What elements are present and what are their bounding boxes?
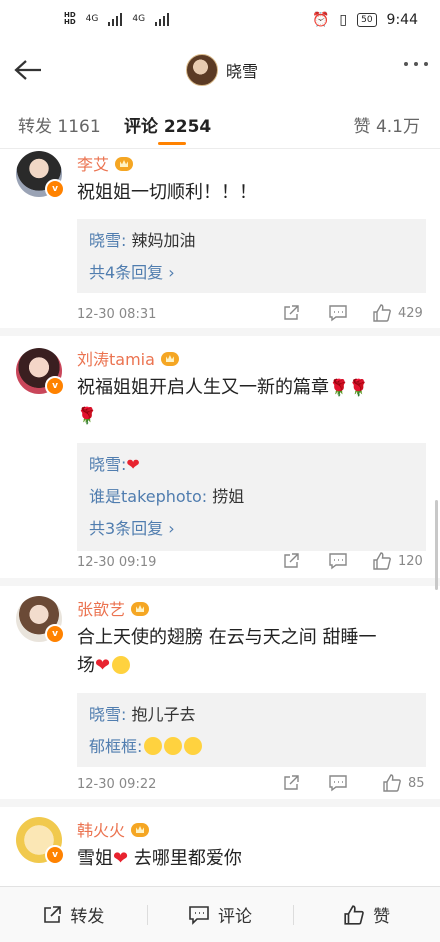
comment-text: 祝福姐姐开启人生又一新的篇章🌹🌹 🌹 (77, 377, 369, 425)
vibrate-icon: ▯ (339, 12, 348, 28)
thumbs-up-icon (344, 904, 365, 925)
status-right: ⏰ ▯ 50 9:44 (312, 12, 418, 28)
laugh-cry-emoji-icon (144, 737, 163, 755)
heart-icon: ❤ (126, 455, 140, 474)
commenter-name[interactable]: 刘涛tamia (77, 346, 179, 370)
reply-box[interactable]: 晓雪: 辣妈加油 共4条回复 › (77, 219, 426, 293)
comment-time: 12-30 09:22 (77, 777, 157, 792)
more-dots-icon[interactable] (404, 62, 428, 66)
like-button[interactable]: 429 (372, 303, 423, 323)
share-icon (44, 905, 62, 923)
tab-bar: 转发 1161 评论 2254 赞 4.1万 (0, 92, 440, 149)
heart-icon: ❤ (113, 848, 129, 869)
tab-repost[interactable]: 转发 1161 (18, 112, 101, 137)
reply-box[interactable]: 晓雪:❤ 谁是takephoto: 捞姐 共3条回复 › (77, 443, 426, 551)
laugh-cry-emoji-icon (164, 737, 183, 755)
avatar[interactable]: v (16, 348, 65, 396)
bottom-action-bar: 转发 评论 赞 (0, 886, 440, 942)
share-icon[interactable] (282, 552, 300, 570)
verified-icon: v (45, 179, 65, 199)
verified-icon: v (45, 624, 65, 644)
comment-list[interactable]: v 李艾 祝姐姐一切顺利！！！ 晓雪: 辣妈加油 共4条回复 › 12-30 0… (0, 149, 440, 886)
like-count: 85 (408, 775, 425, 791)
tab-comment[interactable]: 评论 2254 (124, 112, 211, 137)
share-icon[interactable] (282, 774, 300, 792)
comment-icon (189, 905, 209, 925)
like-button[interactable]: 120 (372, 551, 423, 571)
nav-user[interactable]: 晓雪 (186, 54, 258, 86)
more-replies-link[interactable]: 共3条回复 › (89, 515, 175, 539)
scrollbar[interactable] (435, 500, 438, 590)
tab-like[interactable]: 赞 4.1万 (354, 112, 420, 137)
commenter-name[interactable]: 韩火火 (77, 817, 150, 841)
comment-time: 12-30 09:19 (77, 555, 157, 570)
reply-line: 晓雪: 辣妈加油 (89, 231, 196, 250)
comment-item: v 李艾 祝姐姐一切顺利！！！ 晓雪: 辣妈加油 共4条回复 › 12-30 0… (0, 149, 440, 336)
battery-icon: 50 (357, 13, 377, 27)
like-button[interactable]: 赞 (293, 887, 440, 942)
more-replies-link[interactable]: 共4条回复 › (89, 259, 175, 283)
active-tab-indicator (158, 142, 186, 145)
network-type-2: 4G (132, 14, 146, 24)
nav-bar: 晓雪 (0, 48, 440, 92)
clock: 9:44 (386, 12, 418, 28)
signal-group: HD HD 4G 4G (64, 11, 170, 26)
reply-line: 谁是takephoto: 捞姐 (89, 487, 245, 506)
like-count: 120 (398, 553, 423, 569)
status-bar: HD HD 4G 4G ⏰ ▯ 50 9:44 (0, 0, 440, 48)
crown-icon (160, 352, 179, 366)
comment-icon[interactable] (328, 304, 348, 322)
share-icon[interactable] (282, 304, 300, 322)
comment-item: v 刘涛tamia 祝福姐姐开启人生又一新的篇章🌹🌹 🌹 晓雪:❤ 谁是take… (0, 336, 440, 586)
avatar (186, 54, 218, 86)
avatar[interactable]: v (16, 151, 65, 199)
comment-text: 祝姐姐一切顺利！！！ (77, 182, 257, 203)
laugh-cry-emoji-icon (184, 737, 203, 755)
commenter-name[interactable]: 李艾 (77, 151, 134, 175)
reply-line: 郁框框: (89, 733, 203, 757)
hd-indicator: HD HD (64, 11, 76, 26)
signal-icon-2 (155, 12, 170, 26)
avatar[interactable]: v (16, 817, 65, 865)
reply-line: 晓雪: 抱儿子去 (89, 705, 196, 724)
page-title: 晓雪 (226, 62, 259, 81)
like-count: 429 (398, 305, 423, 321)
comment-time: 12-30 08:31 (77, 307, 157, 322)
rose-icon: 🌹 (77, 406, 97, 425)
avatar[interactable]: v (16, 596, 65, 644)
crown-icon (131, 602, 150, 616)
rose-icon: 🌹 (329, 378, 349, 397)
comment-icon[interactable] (328, 774, 348, 792)
like-button[interactable]: 85 (382, 773, 425, 793)
heart-icon: ❤ (95, 655, 111, 676)
thumbs-up-icon (383, 774, 401, 792)
comment-item: v 张歆艺 合上天使的翅膀 在云与天之间 甜睡一 场❤ 晓雪: 抱儿子去 郁框框… (0, 586, 440, 807)
arrow-left-icon[interactable] (12, 56, 44, 84)
smile-emoji-icon (112, 656, 131, 674)
crown-icon (115, 157, 134, 171)
thumbs-up-icon (373, 304, 391, 322)
verified-icon: v (45, 845, 65, 865)
comment-item: v 韩火火 雪姐❤ 去哪里都爱你 (0, 807, 440, 886)
reply-line: 晓雪:❤ (89, 455, 140, 474)
signal-icon (108, 12, 123, 26)
reply-box[interactable]: 晓雪: 抱儿子去 郁框框: (77, 693, 426, 767)
comment-button[interactable]: 评论 (146, 887, 294, 942)
commenter-name[interactable]: 张歆艺 (77, 596, 150, 620)
thumbs-up-icon (373, 552, 391, 570)
repost-button[interactable]: 转发 (0, 887, 147, 942)
comment-text: 合上天使的翅膀 在云与天之间 甜睡一 场❤ (77, 627, 377, 676)
crown-icon (131, 823, 150, 837)
rose-icon: 🌹 (348, 378, 369, 397)
network-type-1: 4G (85, 14, 99, 24)
alarm-icon: ⏰ (311, 12, 330, 28)
verified-icon: v (45, 376, 65, 396)
comment-text: 雪姐❤ 去哪里都爱你 (77, 848, 242, 869)
comment-icon[interactable] (328, 552, 348, 570)
